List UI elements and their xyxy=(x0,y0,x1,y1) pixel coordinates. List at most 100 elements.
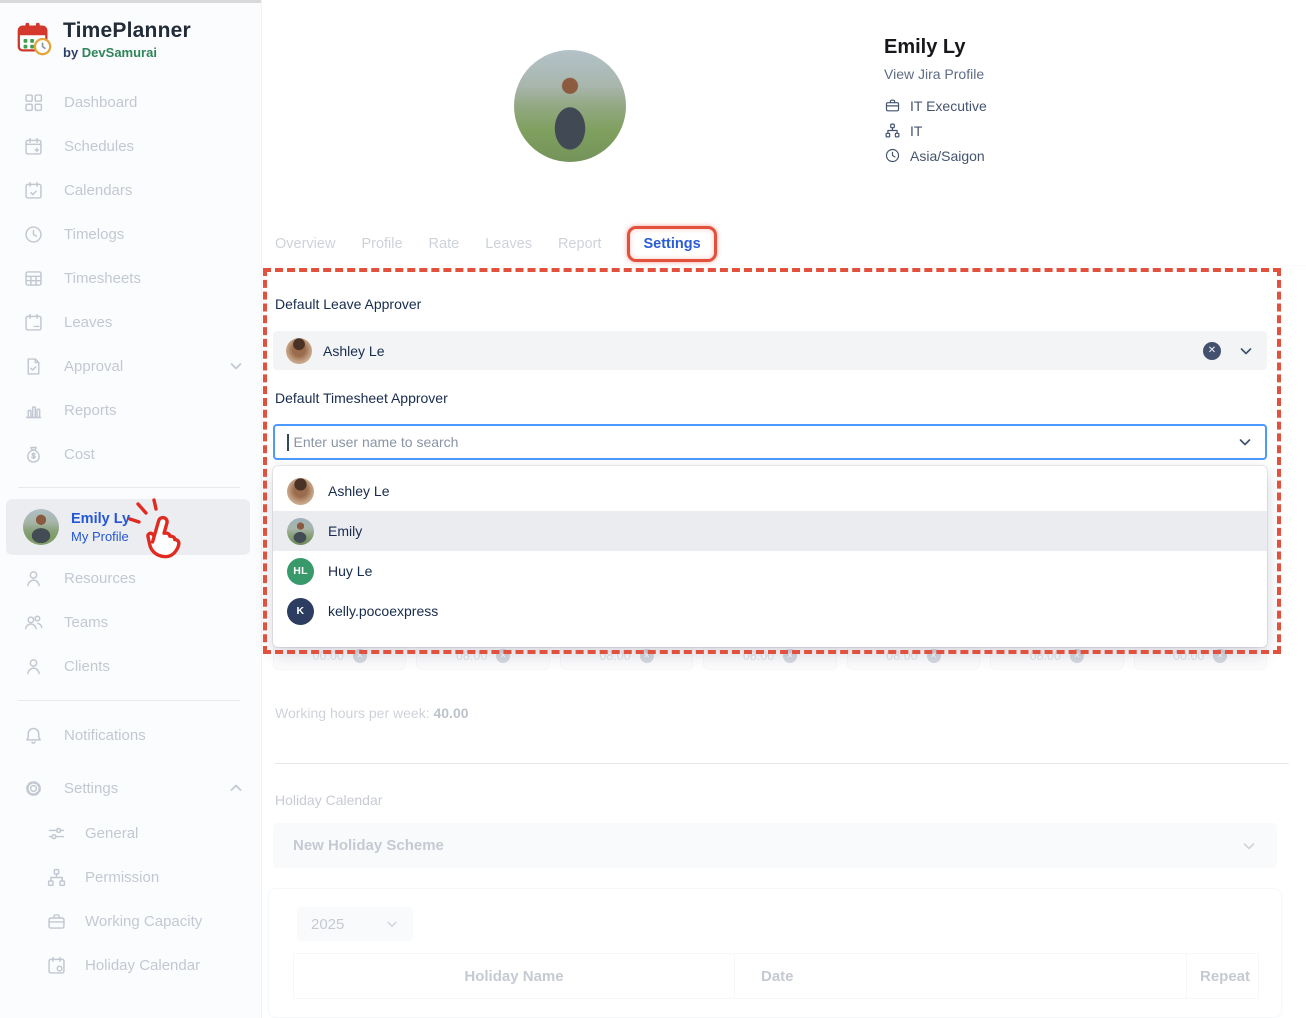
brand-byline: by DevSamurai xyxy=(63,45,191,60)
sidebar-item-label: Teams xyxy=(64,614,108,631)
timesheet-approver-search[interactable] xyxy=(273,424,1267,460)
dropdown-option-kelly[interactable]: K kelly.pocoexpress xyxy=(273,591,1267,631)
sidebar-item-calendars[interactable]: Calendars xyxy=(0,168,262,212)
profile-name: Emily Ly xyxy=(71,510,130,528)
briefcase-icon xyxy=(884,97,901,114)
calendar-gear-icon xyxy=(46,955,67,976)
sidebar-item-working-capacity[interactable]: Working Capacity xyxy=(0,899,262,943)
brand-icon xyxy=(15,20,53,58)
sidebar-item-timesheets[interactable]: Timesheets xyxy=(0,256,262,300)
profile-meta: IT Executive IT Asia/Saigon xyxy=(884,97,987,164)
bell-icon xyxy=(23,725,44,746)
sidebar-item-label: Leaves xyxy=(64,314,112,331)
year-value: 2025 xyxy=(311,916,344,933)
hours-value: 00:00 xyxy=(313,649,344,663)
divider xyxy=(262,265,1306,266)
sidebar-item-label: Settings xyxy=(64,780,118,797)
clear-icon[interactable] xyxy=(1070,649,1084,663)
clear-icon[interactable] xyxy=(783,649,797,663)
avatar xyxy=(287,518,314,545)
tab-overview[interactable]: Overview xyxy=(275,236,335,252)
timezone: Asia/Saigon xyxy=(910,148,985,164)
dropdown-option-emily[interactable]: Emily xyxy=(273,511,1267,551)
avatar: HL xyxy=(287,558,314,585)
leave-approver-select[interactable]: Ashley Le xyxy=(273,331,1267,370)
hours-value: 08:00 xyxy=(456,649,487,663)
department: IT xyxy=(910,123,922,139)
sidebar-item-permission[interactable]: Permission xyxy=(0,855,262,899)
profile-subtitle: My Profile xyxy=(71,529,130,544)
clear-icon[interactable] xyxy=(640,649,654,663)
sidebar-item-label: Timelogs xyxy=(64,226,124,243)
sidebar-item-label: Schedules xyxy=(64,138,134,155)
search-input[interactable] xyxy=(292,433,1235,451)
view-jira-profile-link[interactable]: View Jira Profile xyxy=(884,66,987,82)
department-row: IT xyxy=(884,122,987,139)
holiday-table-panel: 2025 Holiday Name Date Repeat xyxy=(268,888,1282,1018)
person-badge-icon xyxy=(23,656,44,677)
sidebar-item-settings[interactable]: Settings xyxy=(0,766,262,810)
sidebar-item-general[interactable]: General xyxy=(0,811,262,855)
page-title: Emily Ly xyxy=(884,36,987,59)
sidebar-item-resources[interactable]: Resources xyxy=(0,556,262,600)
sidebar-item-timelogs[interactable]: Timelogs xyxy=(0,212,262,256)
clear-icon[interactable] xyxy=(496,649,510,663)
dropdown-option-ashley-le[interactable]: Ashley Le xyxy=(273,471,1267,511)
dropdown-option-huy-le[interactable]: HL Huy Le xyxy=(273,551,1267,591)
hierarchy-icon xyxy=(46,867,67,888)
weekly-hours-line: Working hours per week: 40.00 xyxy=(275,705,469,721)
clear-icon[interactable] xyxy=(353,649,367,663)
clock-icon xyxy=(884,147,901,164)
tab-rate[interactable]: Rate xyxy=(429,236,460,252)
clear-icon[interactable] xyxy=(1203,342,1221,360)
job-title-row: IT Executive xyxy=(884,97,987,114)
document-check-icon xyxy=(23,356,44,377)
weekly-hours-value: 40.00 xyxy=(433,705,468,721)
tab-settings[interactable]: Settings xyxy=(627,226,716,262)
chevron-down-icon xyxy=(385,917,399,931)
option-label: kelly.pocoexpress xyxy=(328,603,438,619)
chevron-up-icon xyxy=(228,780,244,796)
person-icon xyxy=(23,568,44,589)
timesheet-approver-label: Default Timesheet Approver xyxy=(275,390,448,406)
avatar: K xyxy=(287,598,314,625)
sidebar-item-holiday-calendar[interactable]: Holiday Calendar xyxy=(0,943,262,987)
year-select[interactable]: 2025 xyxy=(297,907,413,941)
sidebar-item-leaves[interactable]: Leaves xyxy=(0,300,262,344)
leave-approver-label: Default Leave Approver xyxy=(275,296,421,312)
holiday-scheme-value: New Holiday Scheme xyxy=(293,837,444,854)
sidebar-item-schedules[interactable]: Schedules xyxy=(0,124,262,168)
dashboard-grid-icon xyxy=(23,92,44,113)
calendar-check-icon xyxy=(23,180,44,201)
sidebar-item-label: Calendars xyxy=(64,182,132,199)
sidebar-item-label: Cost xyxy=(64,446,95,463)
sidebar-item-cost[interactable]: Cost xyxy=(0,432,262,476)
text-caret xyxy=(287,434,289,451)
sidebar-item-label: General xyxy=(85,825,138,842)
sidebar-item-my-profile[interactable]: Emily Ly My Profile xyxy=(6,499,250,555)
sidebar-item-clients[interactable]: Clients xyxy=(0,644,262,688)
sidebar-item-approval[interactable]: Approval xyxy=(0,344,262,388)
sidebar-item-label: Resources xyxy=(64,570,136,587)
option-label: Emily xyxy=(328,523,362,539)
clear-icon[interactable] xyxy=(927,649,941,663)
profile-photo xyxy=(514,50,626,162)
sidebar-item-reports[interactable]: Reports xyxy=(0,388,262,432)
sidebar-item-teams[interactable]: Teams xyxy=(0,600,262,644)
sidebar-item-label: Notifications xyxy=(64,727,146,744)
hours-value: 08:00 xyxy=(599,649,630,663)
chevron-down-icon[interactable] xyxy=(1238,343,1254,359)
avatar xyxy=(286,338,312,364)
job-title: IT Executive xyxy=(910,98,987,114)
clear-icon[interactable] xyxy=(1213,649,1227,663)
chevron-down-icon[interactable] xyxy=(1237,434,1253,450)
tab-report[interactable]: Report xyxy=(558,236,602,252)
column-header-repeat: Repeat xyxy=(1186,954,1258,998)
clock-icon xyxy=(23,224,44,245)
tab-profile[interactable]: Profile xyxy=(361,236,402,252)
sidebar-item-label: Clients xyxy=(64,658,110,675)
holiday-scheme-select[interactable]: New Holiday Scheme xyxy=(273,823,1277,868)
sidebar-item-notifications[interactable]: Notifications xyxy=(0,713,262,757)
sidebar-item-dashboard[interactable]: Dashboard xyxy=(0,80,262,124)
tab-leaves[interactable]: Leaves xyxy=(485,236,532,252)
